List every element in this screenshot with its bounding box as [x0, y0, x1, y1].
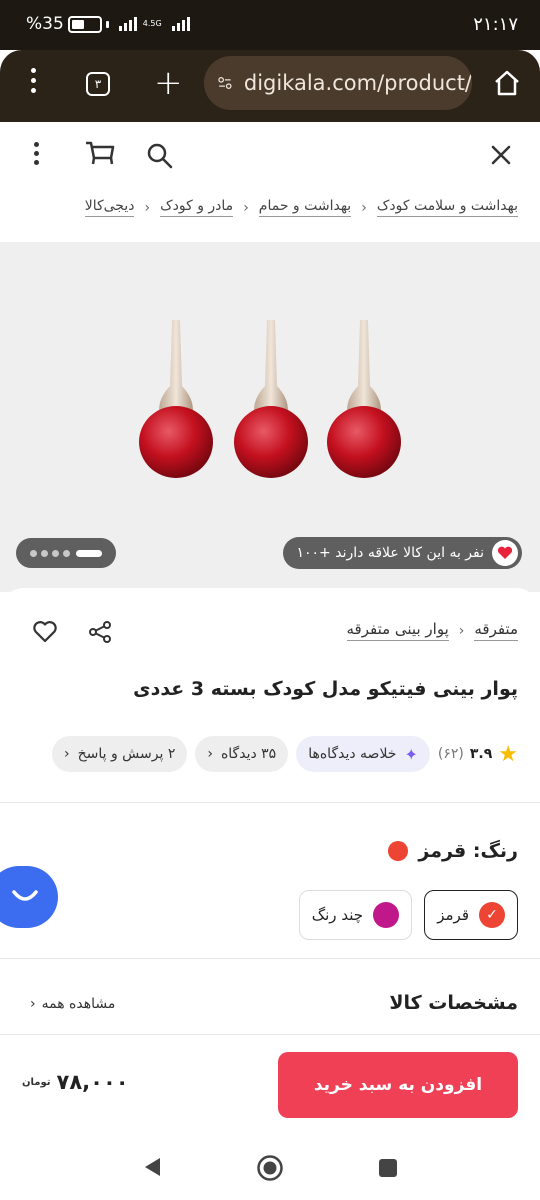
category-link[interactable]: پوار بینی متفرقه	[346, 620, 449, 641]
battery-percent: %35	[26, 14, 64, 34]
currency: تومان	[22, 1076, 51, 1088]
share-icon[interactable]	[88, 620, 112, 644]
color-label: رنگ: قرمز	[388, 840, 518, 862]
rating-value: ۳.۹	[469, 746, 493, 762]
rating: ★ ۳.۹ (۶۲)	[438, 742, 518, 767]
check-icon: ✓	[479, 902, 505, 928]
search-icon[interactable]	[146, 142, 174, 170]
address-bar[interactable]: digikala.com/product/	[204, 56, 472, 110]
sparkle-icon: ✦	[404, 744, 418, 764]
browser-menu-icon[interactable]	[28, 68, 38, 93]
chevron-left-icon: ‹	[144, 199, 151, 216]
star-icon: ★	[498, 741, 518, 767]
reviews-chip[interactable]: ۳۵ دیدگاه ‹	[195, 736, 289, 772]
product-image	[139, 320, 401, 478]
status-time: ۲۱:۱۷	[473, 14, 518, 35]
tab-switcher-button[interactable]: ۳	[86, 72, 110, 96]
new-tab-button[interactable]: +	[154, 64, 183, 102]
qa-chip[interactable]: ۲ پرسش و پاسخ ‹	[51, 736, 188, 772]
battery-icon	[67, 15, 102, 33]
cart-icon[interactable]	[84, 140, 116, 168]
price: تومان ۷۸,۰۰۰	[22, 1070, 129, 1094]
heart-icon	[492, 540, 518, 566]
chevron-left-icon: ‹	[207, 746, 213, 762]
signal-icon	[118, 17, 137, 31]
breadcrumb-item[interactable]: بهداشت و سلامت کودک	[376, 198, 518, 217]
chevron-left-icon: ‹	[361, 199, 367, 216]
rating-count: (۶۲)	[437, 746, 464, 762]
color-swatch	[373, 902, 399, 928]
close-icon[interactable]	[490, 144, 512, 166]
divider	[0, 958, 540, 959]
status-bar: ۲۱:۱۷ %35 4.5G	[0, 0, 540, 50]
chevron-left-icon: ‹	[458, 622, 465, 639]
network-type: 4.5G	[142, 19, 162, 28]
home-icon[interactable]	[492, 68, 522, 98]
breadcrumb-item[interactable]: مادر و کودک	[160, 198, 234, 217]
price-amount: ۷۸,۰۰۰	[56, 1070, 129, 1094]
back-icon[interactable]	[142, 1156, 162, 1178]
category-breadcrumb: متفرقه ‹ پوار بینی متفرقه	[346, 620, 518, 641]
signal-icon-2	[171, 17, 190, 31]
specs-title: مشخصات کالا	[389, 992, 518, 1014]
color-option-multicolor[interactable]: چند رنگ	[298, 890, 412, 940]
divider	[0, 1034, 540, 1035]
site-settings-icon[interactable]	[218, 73, 232, 93]
home-nav-icon[interactable]	[256, 1154, 284, 1182]
see-all-specs-link[interactable]: مشاهده همه ‹	[30, 996, 115, 1012]
breadcrumb-item[interactable]: دیجی‌کالا	[84, 198, 135, 217]
category-link[interactable]: متفرقه	[474, 620, 518, 641]
breadcrumb-item[interactable]: بهداشت و حمام	[258, 198, 352, 217]
product-title: پوار بینی فیتیکو مدل کودک بسته 3 عددی	[133, 678, 518, 700]
breadcrumb: دیجی‌کالا ‹ مادر و کودک ‹ بهداشت و حمام …	[84, 198, 518, 217]
likes-text: ۱۰۰+ نفر به این کالا علاقه دارند	[296, 545, 485, 561]
site-header	[0, 122, 540, 188]
add-to-cart-button[interactable]: افزودن به سبد خرید	[278, 1052, 518, 1118]
smile-icon	[12, 890, 38, 901]
likes-badge: ۱۰۰+ نفر به این کالا علاقه دارند	[282, 537, 522, 569]
recents-icon[interactable]	[378, 1158, 398, 1178]
url-text: digikala.com/product/	[243, 71, 472, 95]
gallery-pagination[interactable]	[16, 538, 116, 568]
battery-indicator: %35 4.5G	[26, 14, 190, 34]
wishlist-heart-icon[interactable]	[32, 620, 58, 644]
divider	[0, 802, 540, 803]
review-summary-chip[interactable]: ✦ خلاصه دیدگاه‌ها	[296, 736, 430, 772]
chevron-left-icon: ‹	[30, 996, 36, 1012]
color-option-red[interactable]: ✓ قرمز	[424, 890, 518, 940]
product-meta-row: ★ ۳.۹ (۶۲) ✦ خلاصه دیدگاه‌ها ۳۵ دیدگاه ‹…	[51, 736, 518, 772]
selected-color-dot	[388, 841, 409, 861]
chevron-left-icon: ‹	[243, 199, 249, 216]
more-options-icon[interactable]	[34, 142, 39, 165]
chevron-left-icon: ‹	[63, 746, 70, 762]
